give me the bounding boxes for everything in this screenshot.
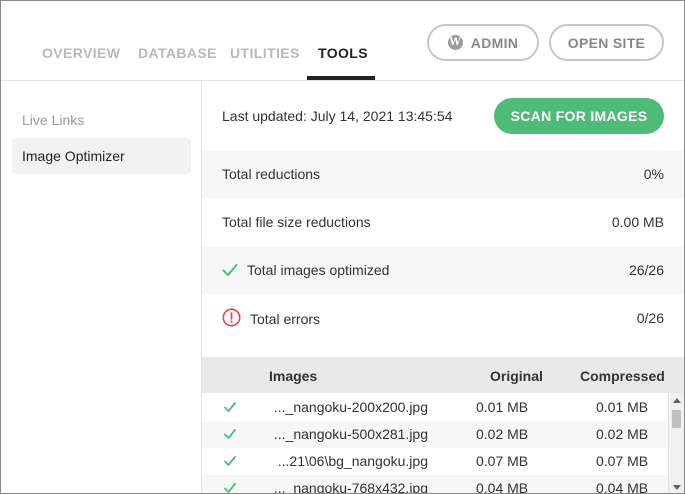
image-filename: ..._nangoku-768x432.jpg [273,480,428,494]
image-filename: ..._nangoku-200x200.jpg [273,399,428,415]
compressed-size: 0.07 MB [596,453,649,469]
sidebar-item-live-links[interactable]: Live Links [12,102,191,138]
stat-label: Total file size reductions [222,214,371,230]
sidebar-item-image-optimizer[interactable]: Image Optimizer [12,138,191,174]
scroll-down-icon[interactable] [673,485,681,490]
images-table-header: Images Original Compressed [202,357,684,393]
sidebar: Live Links Image Optimizer [1,82,202,493]
stat-label: Total reductions [222,166,321,182]
stat-label: Total images optimized [247,262,390,278]
scrollbar-thumb[interactable] [672,410,681,428]
main-panel: Last updated: July 14, 2021 13:45:54 SCA… [202,82,684,494]
stat-value: 0/26 [636,310,664,326]
stat-row-total-errors: Total errors 0/26 [202,294,684,342]
scroll-up-icon[interactable] [673,398,681,403]
compressed-size: 0.02 MB [596,426,649,442]
table-scrollbar[interactable] [668,393,684,493]
scan-for-images-button[interactable]: SCAN FOR IMAGES [494,98,664,134]
stat-value: 0.00 MB [611,214,664,230]
open-site-button-label: OPEN SITE [567,34,646,51]
last-updated-text: Last updated: July 14, 2021 13:45:54 [222,108,453,124]
admin-button-label: ADMIN [470,34,519,51]
check-icon [224,483,236,493]
top-nav: OVERVIEW DATABASE UTILITIES TOOLS W ADMI… [1,1,684,81]
compressed-size: 0.04 MB [596,480,649,494]
open-site-button[interactable]: OPEN SITE [549,24,664,61]
image-filename: ...21\06\bg_nangoku.jpg [277,453,428,469]
stat-row-total-reductions: Total reductions 0% [202,150,684,198]
tab-tools[interactable]: TOOLS [318,45,368,61]
stat-row-images-optimized: Total images optimized 26/26 [202,246,684,294]
error-icon [222,308,241,327]
original-size: 0.04 MB [476,480,529,494]
active-tab-indicator [307,76,375,80]
check-icon [224,429,236,439]
stat-row-file-size-reductions: Total file size reductions 0.00 MB [202,198,684,246]
stat-label: Total errors [250,310,321,327]
tab-utilities[interactable]: UTILITIES [230,45,300,61]
stat-value: 26/26 [628,262,664,278]
compressed-size: 0.01 MB [596,399,649,415]
table-row[interactable]: ..._nangoku-200x200.jpg 0.01 MB 0.01 MB [202,394,668,421]
check-icon [222,264,238,276]
column-header-images[interactable]: Images [269,368,317,384]
table-row[interactable]: ..._nangoku-500x281.jpg 0.02 MB 0.02 MB [202,421,668,448]
column-header-compressed[interactable]: Compressed [580,368,665,384]
tab-overview[interactable]: OVERVIEW [42,45,120,61]
original-size: 0.07 MB [476,453,529,469]
stat-value: 0% [643,166,664,182]
image-filename: ..._nangoku-500x281.jpg [273,426,428,442]
original-size: 0.01 MB [476,399,529,415]
check-icon [224,402,236,412]
table-row[interactable]: ..._nangoku-768x432.jpg 0.04 MB 0.04 MB [202,475,668,494]
table-row[interactable]: ...21\06\bg_nangoku.jpg 0.07 MB 0.07 MB [202,448,668,475]
app-window: OVERVIEW DATABASE UTILITIES TOOLS W ADMI… [0,0,685,494]
column-header-original[interactable]: Original [490,368,543,384]
original-size: 0.02 MB [476,426,529,442]
admin-button[interactable]: W ADMIN [427,24,539,61]
check-icon [224,456,236,466]
tab-database[interactable]: DATABASE [138,45,217,61]
wordpress-icon: W [447,35,463,50]
